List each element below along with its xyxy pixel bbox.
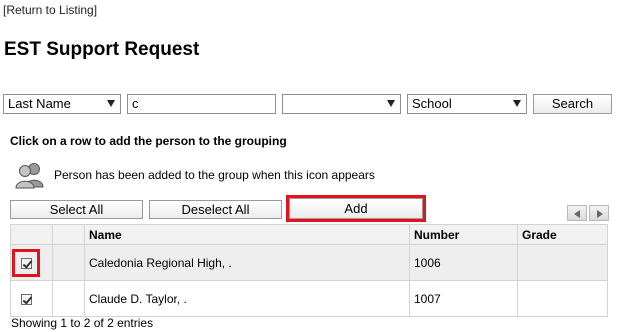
header-select-cell [10,224,53,245]
row-number: 1006 [409,244,518,281]
add-button[interactable]: Add [286,195,426,222]
row-select-cell [10,280,53,317]
row-number: 1007 [409,280,518,317]
row-grade [517,280,608,317]
triangle-left-icon [574,210,580,218]
header-grade[interactable]: Grade [517,224,608,245]
scope-select[interactable]: School [407,94,527,114]
table-info-text: Showing 1 to 2 of 2 entries [11,316,154,330]
row-status-cell [52,280,85,317]
header-status-cell [52,224,85,245]
return-to-listing-link[interactable]: [Return to Listing] [3,3,97,17]
search-field-select[interactable]: Last Name [3,94,121,114]
row-checkbox-wrap [15,288,37,310]
table-header-row: Name Number Grade [10,224,608,245]
chevron-down-icon [107,100,115,107]
header-number[interactable]: Number [409,224,518,245]
legend-text: Person has been added to the group when … [54,168,375,182]
page-title: EST Support Request [4,39,200,60]
chevron-down-icon [387,100,395,107]
pager-next-button[interactable] [589,205,609,221]
search-input-value: c [132,96,139,111]
deselect-all-button[interactable]: Deselect All [149,200,282,219]
row-grade [517,244,608,281]
select-all-button[interactable]: Select All [10,200,143,219]
table-row[interactable]: Claude D. Taylor, . 1007 [10,280,608,317]
search-input[interactable]: c [127,94,276,114]
row-name: Claude D. Taylor, . [84,280,410,317]
search-button[interactable]: Search [533,94,612,114]
results-table: Name Number Grade Caledonia Regional Hig… [10,224,608,317]
row-checkbox[interactable] [20,293,32,305]
secondary-filter-select[interactable] [282,94,401,114]
instruction-text: Click on a row to add the person to the … [10,134,287,148]
table-row[interactable]: Caledonia Regional High, . 1006 [10,244,608,281]
row-select-cell [10,244,53,281]
triangle-right-icon [597,210,603,218]
row-checkbox[interactable] [20,257,32,269]
scope-select-value: School [412,96,452,111]
row-status-cell [52,244,85,281]
row-checkbox-highlight [12,248,40,277]
people-group-icon [15,163,44,189]
chevron-down-icon [513,100,521,107]
row-name: Caledonia Regional High, . [84,244,410,281]
search-field-select-value: Last Name [8,96,71,111]
pager-prev-button[interactable] [567,205,587,221]
header-name[interactable]: Name [84,224,410,245]
